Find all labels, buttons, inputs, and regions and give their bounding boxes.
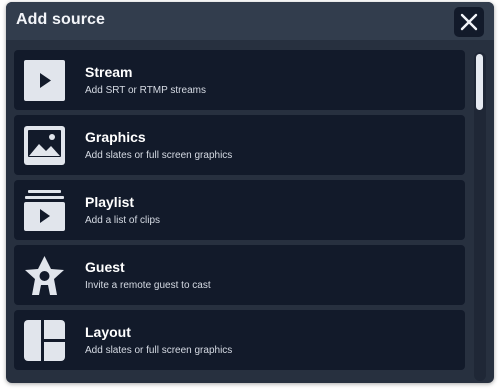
source-item-subtitle: Invite a remote guest to cast <box>85 280 211 291</box>
source-item-subtitle: Add a list of clips <box>85 215 161 226</box>
scrollbar[interactable] <box>474 52 486 381</box>
close-button[interactable] <box>454 7 484 37</box>
source-item-title: Playlist <box>85 194 135 210</box>
source-item-subtitle: Add SRT or RTMP streams <box>85 85 206 96</box>
play-icon <box>24 60 65 101</box>
guest-icon <box>25 256 64 295</box>
add-source-dialog: Add source Stream Add SRT or RTMP stream… <box>6 2 494 383</box>
source-item-title: Graphics <box>85 129 146 145</box>
source-item-title: Guest <box>85 259 125 275</box>
source-item-graphics[interactable]: Graphics Add slates or full screen graph… <box>14 115 465 175</box>
scrollbar-thumb[interactable] <box>476 54 483 110</box>
image-icon <box>24 126 65 165</box>
source-list: Stream Add SRT or RTMP streams Graphics … <box>14 50 466 383</box>
source-item-playlist[interactable]: Playlist Add a list of clips <box>14 180 465 240</box>
source-item-title: Layout <box>85 324 131 340</box>
source-item-guest[interactable]: Guest Invite a remote guest to cast <box>14 245 465 305</box>
close-icon <box>460 13 478 31</box>
source-item-subtitle: Add slates or full screen graphics <box>85 345 233 356</box>
playlist-icon <box>24 190 65 231</box>
dialog-header: Add source <box>6 2 494 40</box>
layout-icon <box>24 320 65 361</box>
source-item-layout[interactable]: Layout Add slates or full screen graphic… <box>14 310 465 370</box>
source-item-title: Stream <box>85 64 133 80</box>
source-item-subtitle: Add slates or full screen graphics <box>85 150 233 161</box>
dialog-title: Add source <box>16 11 106 28</box>
source-item-stream[interactable]: Stream Add SRT or RTMP streams <box>14 50 465 110</box>
